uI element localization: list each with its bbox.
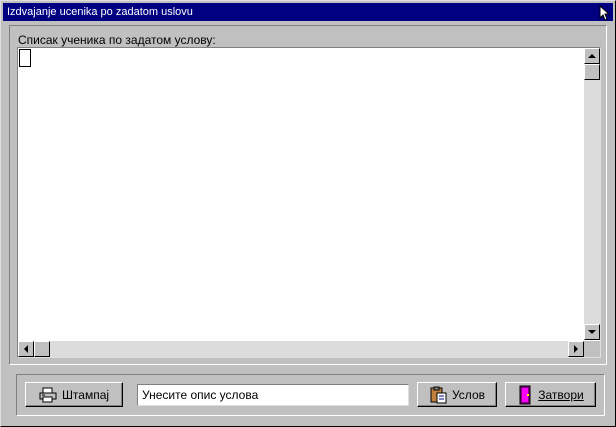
window-title: Izdvajanje ucenika po zadatom uslovu xyxy=(7,6,193,18)
arrow-left-icon xyxy=(24,345,28,353)
scroll-down-button[interactable] xyxy=(584,324,600,340)
list-caret xyxy=(19,49,31,67)
scroll-up-button[interactable] xyxy=(584,48,600,64)
close-button[interactable]: Затвори xyxy=(505,382,596,407)
print-button[interactable]: Штампај xyxy=(25,382,123,407)
condition-description-input[interactable] xyxy=(137,384,409,406)
print-button-label: Штампај xyxy=(61,387,110,402)
printer-icon xyxy=(39,387,57,402)
scroll-right-button[interactable] xyxy=(568,341,584,357)
close-button-label: Затвори xyxy=(538,387,584,402)
dialog-window: Izdvajanje ucenika po zadatom uslovu Спи… xyxy=(0,0,616,427)
title-bar[interactable]: Izdvajanje ucenika po zadatom uslovu xyxy=(3,3,613,21)
door-icon xyxy=(519,385,531,404)
horizontal-scrollbar[interactable] xyxy=(18,341,584,357)
action-toolbar: Штампај Услов Затвори xyxy=(16,374,605,416)
clipboard-icon xyxy=(430,386,447,403)
vertical-scrollbar[interactable] xyxy=(584,48,600,340)
condition-button[interactable]: Услов xyxy=(417,382,497,407)
arrow-up-icon xyxy=(588,54,596,58)
horizontal-scroll-thumb[interactable] xyxy=(34,341,50,357)
arrow-down-icon xyxy=(588,330,596,334)
scroll-left-button[interactable] xyxy=(18,341,34,357)
arrow-right-icon xyxy=(574,345,578,353)
mouse-pointer-icon xyxy=(599,5,611,21)
student-list-label: Списак ученика по задатом услову: xyxy=(18,33,216,47)
student-listbox[interactable] xyxy=(17,47,601,358)
condition-button-label: Услов xyxy=(451,387,485,402)
vertical-scroll-thumb[interactable] xyxy=(584,64,600,80)
student-list-group: Списак ученика по задатом услову: xyxy=(9,25,607,365)
scrollbar-corner xyxy=(584,341,600,357)
